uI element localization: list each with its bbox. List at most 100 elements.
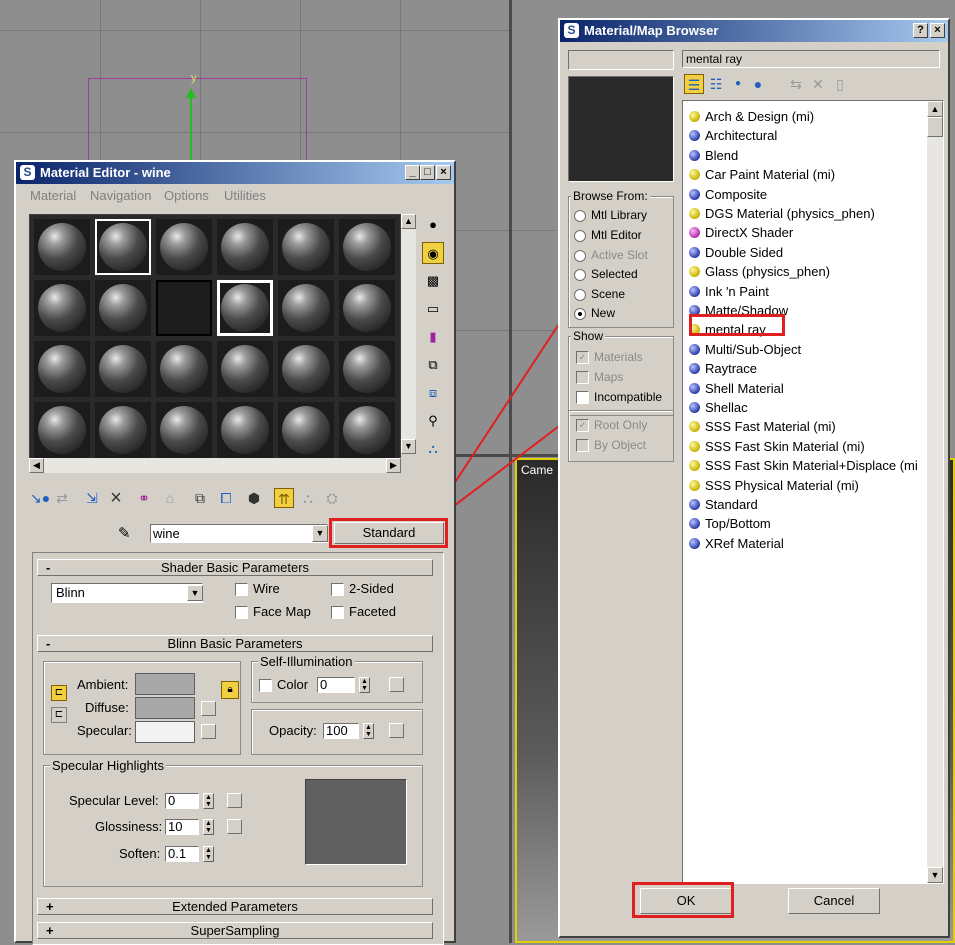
blinn-rollout-header[interactable]: - Blinn Basic Parameters bbox=[37, 635, 433, 652]
self-illum-map-button[interactable] bbox=[389, 677, 404, 692]
uv-tiling-icon[interactable]: ▭ bbox=[422, 298, 444, 320]
sample-slot[interactable] bbox=[95, 219, 151, 275]
color-checkbox[interactable]: Color bbox=[259, 677, 308, 693]
options-icon[interactable]: ⧈ bbox=[422, 382, 444, 404]
sample-slot[interactable] bbox=[217, 402, 273, 458]
list-scroll-down-arrow[interactable]: ▼ bbox=[927, 867, 943, 883]
material-list-item[interactable]: Double Sided bbox=[689, 243, 783, 262]
select-by-material-icon[interactable]: ⚲ bbox=[422, 410, 444, 432]
sample-slot[interactable] bbox=[95, 280, 151, 336]
sample-slot[interactable] bbox=[217, 341, 273, 397]
shader-dropdown-arrow[interactable]: ▼ bbox=[187, 585, 203, 601]
faceted-checkbox[interactable]: Faceted bbox=[331, 604, 396, 620]
assign-material-icon[interactable]: ⇲ bbox=[82, 488, 102, 508]
by-object-checkbox[interactable]: By Object bbox=[576, 438, 646, 453]
material-list-item[interactable]: DGS Material (physics_phen) bbox=[689, 204, 875, 223]
material-list-item[interactable]: Glass (physics_phen) bbox=[689, 262, 830, 281]
list-scroll-up-arrow[interactable]: ▲ bbox=[927, 101, 943, 117]
material-list-item[interactable]: Arch & Design (mi) bbox=[689, 107, 814, 126]
show-materials-checkbox[interactable]: ✓ Materials bbox=[576, 350, 643, 365]
view-small-icons-icon[interactable]: ● bbox=[728, 74, 748, 94]
update-scene-icon[interactable]: ⇆ bbox=[786, 74, 806, 94]
opacity-value[interactable]: 100 bbox=[323, 723, 359, 739]
diffuse-map-button[interactable] bbox=[201, 701, 216, 716]
material-list-item[interactable]: SSS Fast Material (mi) bbox=[689, 417, 836, 436]
material-list-item[interactable]: Top/Bottom bbox=[689, 514, 771, 533]
material-list-item[interactable]: Shellac bbox=[689, 398, 748, 417]
go-to-parent-icon[interactable]: ⇈ bbox=[274, 488, 294, 508]
make-preview-icon[interactable]: ⧉ bbox=[422, 354, 444, 376]
soften-spinner[interactable]: ▲ ▼ bbox=[203, 846, 214, 862]
browser-name-field[interactable] bbox=[568, 50, 674, 70]
go-sibling-icon[interactable]: ⛭ bbox=[322, 488, 342, 508]
shader-dropdown[interactable]: Blinn bbox=[51, 583, 203, 603]
ambient-diffuse-lock-icon[interactable]: ⊏ bbox=[51, 685, 67, 701]
spec-level-value[interactable]: 0 bbox=[165, 793, 199, 809]
delete-icon[interactable]: ✕ bbox=[808, 74, 828, 94]
sample-slot[interactable] bbox=[278, 402, 334, 458]
material-name-dropdown[interactable]: ▼ bbox=[312, 525, 328, 542]
material-list-item[interactable]: Blend bbox=[689, 146, 738, 165]
browse-from-selected[interactable]: Selected bbox=[574, 267, 638, 281]
show-end-result-icon[interactable]: ⬢ bbox=[244, 488, 264, 508]
material-list-item[interactable]: Architectural bbox=[689, 126, 777, 145]
backlight-icon[interactable]: ◉ bbox=[422, 242, 444, 264]
show-incompatible-checkbox[interactable]: Incompatible bbox=[576, 390, 662, 405]
sample-slot[interactable] bbox=[339, 219, 395, 275]
sample-slot[interactable] bbox=[339, 402, 395, 458]
material-list-item[interactable]: Shell Material bbox=[689, 379, 784, 398]
material-navigator-icon[interactable]: ⛬ bbox=[422, 438, 444, 460]
sample-type-icon[interactable]: ● bbox=[422, 214, 444, 236]
opacity-map-button[interactable] bbox=[389, 723, 404, 738]
sample-slot[interactable] bbox=[278, 280, 334, 336]
pick-material-icon[interactable]: ✎ bbox=[118, 524, 131, 542]
sample-slot[interactable] bbox=[95, 341, 151, 397]
material-list-item[interactable]: SSS Fast Skin Material (mi) bbox=[689, 437, 865, 456]
slots-vscrollbar[interactable]: ▲ ▼ bbox=[401, 214, 416, 454]
browser-search-field[interactable]: mental ray bbox=[682, 50, 940, 68]
diffuse-specular-lock-icon[interactable]: ⊏ bbox=[51, 707, 67, 723]
put-to-library-icon[interactable]: ⌂ bbox=[160, 488, 180, 508]
minimize-button[interactable]: _ bbox=[405, 165, 420, 180]
material-name-field[interactable]: wine bbox=[150, 524, 328, 543]
menu-utilities[interactable]: Utilities bbox=[224, 188, 266, 203]
slots-hscrollbar[interactable]: ◀ ▶ bbox=[29, 458, 401, 473]
specular-map-button[interactable] bbox=[201, 724, 216, 739]
get-material-icon[interactable]: ↘● bbox=[30, 488, 50, 508]
sample-slot[interactable] bbox=[339, 341, 395, 397]
menu-navigation[interactable]: Navigation bbox=[90, 188, 151, 203]
clear-library-icon[interactable]: ▯ bbox=[830, 74, 850, 94]
extended-rollout-header[interactable]: + Extended Parameters bbox=[37, 898, 433, 915]
material-list-item[interactable]: XRef Material bbox=[689, 534, 784, 553]
scroll-down-arrow[interactable]: ▼ bbox=[401, 439, 416, 454]
material-list-item[interactable]: Composite bbox=[689, 185, 767, 204]
list-scroll-thumb[interactable] bbox=[927, 117, 943, 137]
glossiness-map-button[interactable] bbox=[227, 819, 242, 834]
shader-rollout-header[interactable]: - Shader Basic Parameters bbox=[37, 559, 433, 576]
two-sided-checkbox[interactable]: 2-Sided bbox=[331, 581, 394, 597]
put-to-scene-icon[interactable]: ⇄ bbox=[52, 488, 72, 508]
make-unique-icon[interactable]: ⚭ bbox=[134, 488, 154, 508]
scroll-right-arrow[interactable]: ▶ bbox=[386, 458, 401, 473]
sample-slot[interactable] bbox=[34, 219, 90, 275]
video-color-icon[interactable]: ▮ bbox=[422, 326, 444, 348]
browse-from-new[interactable]: New bbox=[574, 306, 615, 320]
material-list-item[interactable]: SSS Fast Skin Material+Displace (mi bbox=[689, 456, 918, 475]
root-only-checkbox[interactable]: ✓ Root Only bbox=[576, 418, 647, 433]
material-list-item[interactable]: SSS Physical Material (mi) bbox=[689, 476, 859, 495]
glossiness-spinner[interactable]: ▲ ▼ bbox=[203, 819, 214, 835]
sample-slot[interactable] bbox=[278, 341, 334, 397]
sample-slot[interactable] bbox=[34, 341, 90, 397]
sample-slot-active[interactable] bbox=[217, 280, 273, 336]
material-list-item[interactable]: Multi/Sub-Object bbox=[689, 340, 801, 359]
self-illum-spinner[interactable]: ▲ ▼ bbox=[359, 677, 370, 693]
browse-from-mtl-library[interactable]: Mtl Library bbox=[574, 208, 647, 222]
show-map-icon[interactable]: ⧠ bbox=[216, 488, 236, 508]
browse-from-active-slot[interactable]: Active Slot bbox=[574, 248, 648, 262]
wire-checkbox[interactable]: Wire bbox=[235, 581, 280, 597]
browser-titlebar[interactable]: S Material/Map Browser ? × bbox=[560, 20, 948, 42]
browse-from-scene[interactable]: Scene bbox=[574, 287, 625, 301]
view-list-icon[interactable]: ☰ bbox=[684, 74, 704, 94]
sample-slot[interactable] bbox=[339, 280, 395, 336]
ambient-color-swatch[interactable] bbox=[135, 673, 195, 695]
